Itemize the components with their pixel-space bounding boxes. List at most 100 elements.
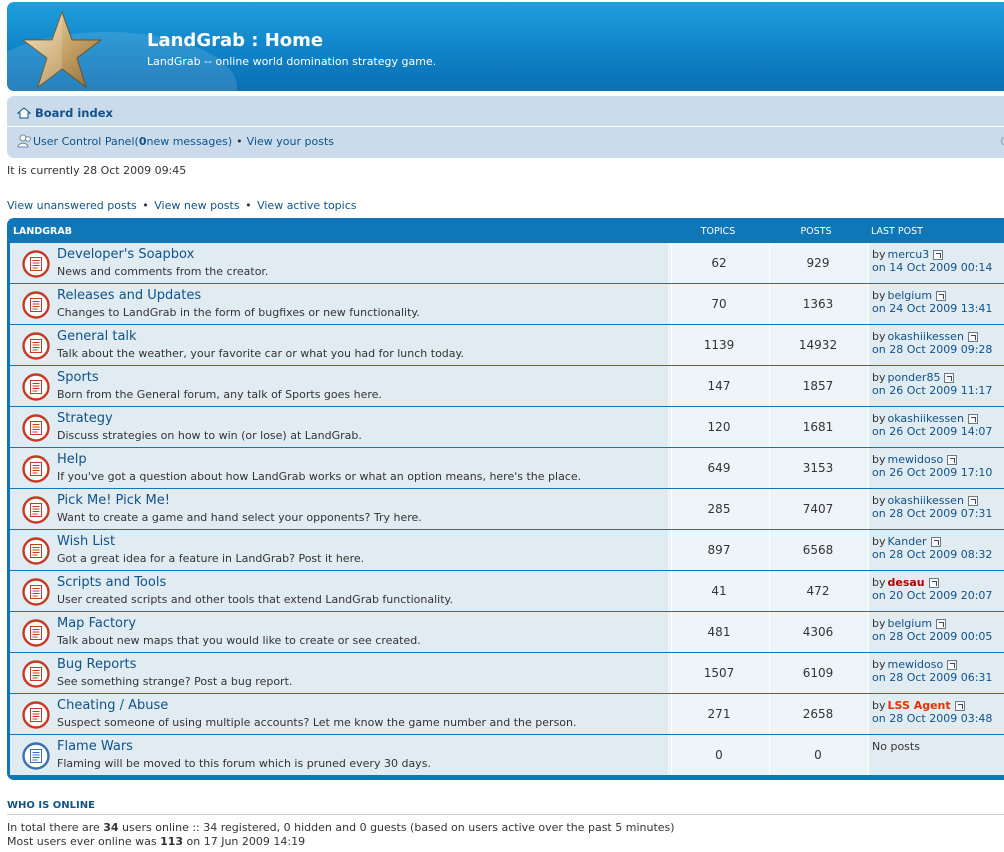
view-latest-post-icon[interactable] xyxy=(933,249,944,260)
forum-row[interactable]: Developer's Soapbox News and comments fro… xyxy=(10,243,1004,283)
forum-row[interactable]: Cheating / Abuse Suspect someone of using… xyxy=(10,694,1004,734)
forum-last-post: by okashiikessen on 28 Oct 2009 09:28 xyxy=(868,325,1004,365)
forum-title-link[interactable]: Help xyxy=(57,452,87,467)
forum-info-cell: Scripts and Tools User created scripts an… xyxy=(10,571,668,611)
forum-row[interactable]: Sports Born from the General forum, any t… xyxy=(10,366,1004,406)
forum-title-link[interactable]: Strategy xyxy=(57,411,113,426)
forum-row[interactable]: Bug Reports See something strange? Post a… xyxy=(10,653,1004,693)
online-total-suffix: users online :: 34 registered, 0 hidden … xyxy=(118,821,675,834)
forum-row[interactable]: Strategy Discuss strategies on how to win… xyxy=(10,407,1004,447)
view-latest-post-icon[interactable] xyxy=(936,290,947,301)
last-post-author-line: by mercu3 xyxy=(872,248,1004,261)
view-your-posts-link[interactable]: View your posts xyxy=(247,135,334,148)
site-title: LandGrab : Home xyxy=(147,30,324,51)
last-post-date: on 28 Oct 2009 06:31 xyxy=(872,671,993,684)
last-post-author-link[interactable]: LSS Agent xyxy=(888,699,951,712)
forum-title-link[interactable]: Flame Wars xyxy=(57,739,133,754)
forum-last-post: by Kander on 28 Oct 2009 08:32 xyxy=(868,530,1004,570)
home-icon xyxy=(17,107,31,119)
view-active-topics-link[interactable]: View active topics xyxy=(257,199,356,212)
forum-title-link[interactable]: Scripts and Tools xyxy=(57,575,166,590)
no-posts-text: No posts xyxy=(872,740,920,753)
forum-read-icon xyxy=(22,578,50,606)
forum-row[interactable]: General talk Talk about the weather, your… xyxy=(10,325,1004,365)
forum-title-link[interactable]: Sports xyxy=(57,370,99,385)
forum-title-link[interactable]: Cheating / Abuse xyxy=(57,698,168,713)
forum-row[interactable]: Pick Me! Pick Me! Want to create a game a… xyxy=(10,489,1004,529)
category-link[interactable]: LandGrab xyxy=(13,226,72,237)
forum-last-post: by okashiikessen on 28 Oct 2009 07:31 xyxy=(868,489,1004,529)
last-post-author-line: by belgium xyxy=(872,617,1004,630)
last-post-author-link[interactable]: Kander xyxy=(888,535,927,548)
last-post-author-link[interactable]: desau xyxy=(888,576,925,589)
forum-topics-count: 1139 xyxy=(671,325,766,365)
forum-title-link[interactable]: Wish List xyxy=(57,534,115,549)
who-is-online-title[interactable]: Who is online xyxy=(7,800,95,811)
navbar-divider xyxy=(7,126,1004,127)
forum-topics-count: 271 xyxy=(671,694,766,734)
board-index-link[interactable]: Board index xyxy=(17,106,113,120)
forum-topics-count: 649 xyxy=(671,448,766,488)
forum-row[interactable]: Releases and Updates Changes to LandGrab … xyxy=(10,284,1004,324)
view-latest-post-icon[interactable] xyxy=(928,577,939,588)
view-latest-post-icon[interactable] xyxy=(947,454,958,465)
star-logo-icon[interactable] xyxy=(19,8,105,91)
forum-last-post: by desau on 20 Oct 2009 20:07 xyxy=(868,571,1004,611)
forum-posts-count: 0 xyxy=(769,735,866,775)
forum-row[interactable]: Help If you've got a question about how L… xyxy=(10,448,1004,488)
last-post-author-link[interactable]: okashiikessen xyxy=(888,412,964,425)
new-messages-count[interactable]: 0 xyxy=(139,135,147,148)
forum-info-cell: Sports Born from the General forum, any t… xyxy=(10,366,668,406)
forum-last-post: by belgium on 28 Oct 2009 00:05 xyxy=(868,612,1004,652)
last-post-date: on 20 Oct 2009 20:07 xyxy=(872,589,993,602)
forum-row[interactable]: Flame Wars Flaming will be moved to this … xyxy=(10,735,1004,775)
last-post-author-line: by mewidoso xyxy=(872,658,1004,671)
forum-read-icon xyxy=(22,455,50,483)
forum-topics-count: 481 xyxy=(671,612,766,652)
last-post-author-link[interactable]: belgium xyxy=(888,617,933,630)
forum-row[interactable]: Wish List Got a great idea for a feature … xyxy=(10,530,1004,570)
last-post-date: on 26 Oct 2009 17:10 xyxy=(872,466,993,479)
forum-row[interactable]: Map Factory Talk about new maps that you … xyxy=(10,612,1004,652)
view-latest-post-icon[interactable] xyxy=(947,659,958,670)
forum-last-post: by okashiikessen on 26 Oct 2009 14:07 xyxy=(868,407,1004,447)
new-messages-link[interactable]: new messages) xyxy=(146,135,232,148)
forum-title-link[interactable]: General talk xyxy=(57,329,137,344)
view-unanswered-link[interactable]: View unanswered posts xyxy=(7,199,137,212)
view-latest-post-icon[interactable] xyxy=(944,372,955,383)
forum-last-post: by mewidoso on 26 Oct 2009 17:10 xyxy=(868,448,1004,488)
forum-info-cell: Wish List Got a great idea for a feature … xyxy=(10,530,668,570)
forum-title-link[interactable]: Map Factory xyxy=(57,616,136,631)
forum-row[interactable]: Scripts and Tools User created scripts an… xyxy=(10,571,1004,611)
view-latest-post-icon[interactable] xyxy=(967,331,978,342)
last-post-author-link[interactable]: okashiikessen xyxy=(888,330,964,343)
forum-topics-count: 120 xyxy=(671,407,766,447)
forum-title-link[interactable]: Releases and Updates xyxy=(57,288,201,303)
by-label: by xyxy=(872,699,886,712)
view-latest-post-icon[interactable] xyxy=(954,700,965,711)
bullet-separator: • xyxy=(142,199,149,212)
forum-topics-count: 897 xyxy=(671,530,766,570)
online-total-prefix: In total there are xyxy=(7,821,104,834)
forum-title-link[interactable]: Developer's Soapbox xyxy=(57,247,194,262)
last-post-author-link[interactable]: ponder85 xyxy=(888,371,941,384)
view-latest-post-icon[interactable] xyxy=(936,618,947,629)
forum-info-cell: Strategy Discuss strategies on how to win… xyxy=(10,407,668,447)
forum-info-cell: Cheating / Abuse Suspect someone of using… xyxy=(10,694,668,734)
last-post-author-link[interactable]: okashiikessen xyxy=(888,494,964,507)
forum-read-icon xyxy=(22,496,50,524)
last-post-author-link[interactable]: mewidoso xyxy=(888,453,944,466)
view-latest-post-icon[interactable] xyxy=(930,536,941,547)
forum-title-link[interactable]: Pick Me! Pick Me! xyxy=(57,493,170,508)
last-post-author-link[interactable]: mercu3 xyxy=(888,248,930,261)
forum-list: LandGrab Topics Posts Last post Develope… xyxy=(7,218,1004,780)
ucp-link[interactable]: User Control Panel xyxy=(33,135,135,148)
view-latest-post-icon[interactable] xyxy=(967,413,978,424)
last-post-author-link[interactable]: belgium xyxy=(888,289,933,302)
view-new-posts-link[interactable]: View new posts xyxy=(154,199,239,212)
forum-title-link[interactable]: Bug Reports xyxy=(57,657,136,672)
forum-read-icon xyxy=(22,701,50,729)
last-post-author-link[interactable]: mewidoso xyxy=(888,658,944,671)
view-latest-post-icon[interactable] xyxy=(967,495,978,506)
forum-last-post: by mercu3 on 14 Oct 2009 00:14 xyxy=(868,243,1004,283)
